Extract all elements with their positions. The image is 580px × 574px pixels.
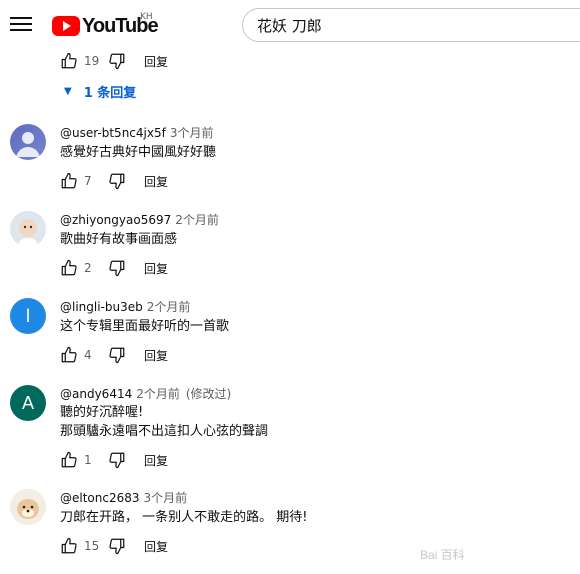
- avatar-letter: A: [21, 392, 34, 413]
- comment-author[interactable]: @andy6414: [60, 387, 132, 401]
- comment-actions: 4 回复: [58, 345, 168, 365]
- comment-line: 这个专辑里面最好听的一首歌: [60, 319, 230, 334]
- comment-line: 聽的好沉醉喔!: [60, 405, 144, 420]
- comment-line: 歌曲好有故事画面感: [60, 232, 178, 247]
- avatar[interactable]: l: [10, 298, 46, 334]
- like-icon[interactable]: [58, 171, 80, 191]
- like-count: 4: [84, 348, 92, 362]
- play-icon: [52, 16, 80, 36]
- region-code: KH: [140, 12, 153, 22]
- reply-button[interactable]: 回复: [144, 53, 168, 70]
- comment-text: 这个专辑里面最好听的一首歌: [60, 317, 229, 336]
- like-icon[interactable]: [58, 51, 80, 71]
- comment-line: 那頭驢永遠唱不出這扣人心弦的聲調: [60, 424, 269, 439]
- dislike-icon[interactable]: [106, 450, 128, 470]
- watermark: Bai 百科: [420, 548, 465, 562]
- like-count: 1: [84, 453, 92, 467]
- comment-actions: 7 回复: [58, 171, 168, 191]
- avatar[interactable]: [10, 124, 46, 160]
- comment-text: 感覺好古典好中國風好好聽: [60, 143, 216, 162]
- avatar[interactable]: [10, 489, 46, 525]
- comment-meta: @eltonc2683 3个月前: [60, 489, 187, 506]
- avatar[interactable]: A: [10, 385, 46, 421]
- comment-line: 刀郎在开路， 一条别人不敢走的路。 期待!: [60, 510, 308, 525]
- comment-author[interactable]: @zhiyongyao5697: [60, 213, 171, 227]
- comment-time[interactable]: 2个月前: [147, 300, 191, 314]
- like-icon[interactable]: [58, 258, 80, 278]
- search-query: 花妖 刀郎: [257, 16, 322, 35]
- dislike-icon[interactable]: [106, 51, 128, 71]
- comment-author[interactable]: @eltonc2683: [60, 491, 140, 505]
- replies-toggle[interactable]: ▼ 1 条回复: [64, 82, 136, 101]
- dislike-icon[interactable]: [106, 536, 128, 556]
- menu-icon[interactable]: [10, 14, 32, 36]
- comment-line: 感覺好古典好中國風好好聽: [60, 145, 217, 160]
- chevron-down-icon: ▼: [64, 86, 72, 97]
- comment-actions: 15 回复: [58, 536, 168, 556]
- comment-time[interactable]: 2个月前: [175, 213, 219, 227]
- reply-button[interactable]: 回复: [144, 452, 168, 469]
- like-icon[interactable]: [58, 536, 80, 556]
- like-icon[interactable]: [58, 450, 80, 470]
- reply-button[interactable]: 回复: [144, 260, 168, 277]
- reply-button[interactable]: 回复: [144, 173, 168, 190]
- comment-meta: @zhiyongyao5697 2个月前: [60, 211, 219, 228]
- comment-meta: @lingli-bu3eb 2个月前: [60, 298, 190, 315]
- comment-meta: @user-bt5nc4jx5f 3个月前: [60, 124, 213, 141]
- comment-author[interactable]: @lingli-bu3eb: [60, 300, 143, 314]
- comment-text: 聽的好沉醉喔! 那頭驢永遠唱不出這扣人心弦的聲調: [60, 403, 268, 441]
- comment-time[interactable]: 3个月前: [170, 126, 214, 140]
- like-count: 15: [84, 539, 100, 553]
- search-input[interactable]: 花妖 刀郎: [242, 8, 580, 42]
- comment-actions: 1 回复: [58, 450, 168, 470]
- like-icon[interactable]: [58, 345, 80, 365]
- like-count: 19: [84, 54, 100, 68]
- dislike-icon[interactable]: [106, 258, 128, 278]
- comment-time[interactable]: 2个月前: [136, 387, 180, 401]
- comment-text: 刀郎在开路， 一条别人不敢走的路。 期待!: [60, 508, 307, 527]
- comment-time[interactable]: 3个月前: [144, 491, 188, 505]
- comment-author[interactable]: @user-bt5nc4jx5f: [60, 126, 166, 140]
- edited-label: (修改过): [185, 387, 232, 401]
- comment-actions: 2 回复: [58, 258, 168, 278]
- avatar[interactable]: [10, 211, 46, 247]
- reply-button[interactable]: 回复: [144, 347, 168, 364]
- reply-button[interactable]: 回复: [144, 538, 168, 555]
- like-count: 7: [84, 174, 92, 188]
- avatar-letter: l: [26, 305, 30, 326]
- top-comment-actions: 19 回复: [58, 51, 168, 71]
- replies-count-label: 1 条回复: [83, 86, 137, 101]
- top-bar: YouTube KH 花妖 刀郎: [0, 0, 580, 52]
- dislike-icon[interactable]: [106, 345, 128, 365]
- comment-meta: @andy6414 2个月前 (修改过): [60, 385, 231, 402]
- comment-text: 歌曲好有故事画面感: [60, 230, 177, 249]
- dislike-icon[interactable]: [106, 171, 128, 191]
- like-count: 2: [84, 261, 92, 275]
